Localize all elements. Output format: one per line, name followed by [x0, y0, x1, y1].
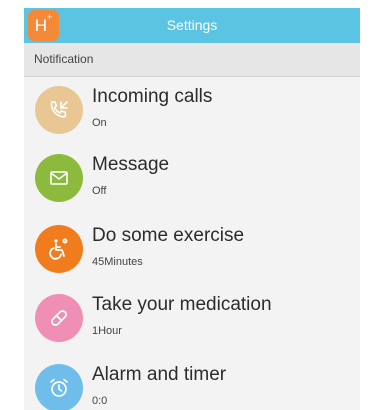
medication-label: Take your medication: [92, 294, 272, 315]
alarm-label: Alarm and timer: [92, 364, 227, 385]
section-header-notification: Notification: [24, 43, 360, 77]
incoming-calls-label: Incoming calls: [92, 86, 213, 107]
incoming-calls-value: On: [92, 117, 107, 129]
page-title: Settings: [166, 17, 218, 33]
alarm-value: 0:0: [92, 395, 108, 407]
app-logo-mark: +: [47, 12, 53, 22]
message-label: Message: [92, 154, 170, 175]
incoming-call-icon: [35, 86, 83, 134]
wheelchair-icon: [35, 225, 83, 273]
alarm-clock-icon: [35, 364, 83, 410]
pill-icon: [35, 294, 83, 342]
message-value: Off: [92, 185, 107, 197]
app-logo-letter: H: [34, 16, 47, 35]
title-bar: Settings H+: [24, 8, 360, 43]
envelope-icon: [35, 154, 83, 202]
list-item-alarm[interactable]: Alarm and timer 0:0: [24, 356, 360, 410]
app-logo-icon[interactable]: H+: [28, 10, 59, 41]
list-item-incoming-calls[interactable]: Incoming calls On: [24, 78, 360, 148]
list-item-medication[interactable]: Take your medication 1Hour: [24, 286, 360, 356]
exercise-value: 45Minutes: [92, 256, 143, 268]
list-item-exercise[interactable]: Do some exercise 45Minutes: [24, 217, 360, 287]
medication-value: 1Hour: [92, 325, 122, 337]
exercise-label: Do some exercise: [92, 225, 245, 246]
list-item-message[interactable]: Message Off: [24, 146, 360, 216]
settings-screen: Settings H+ Notification Incoming calls …: [24, 8, 360, 410]
